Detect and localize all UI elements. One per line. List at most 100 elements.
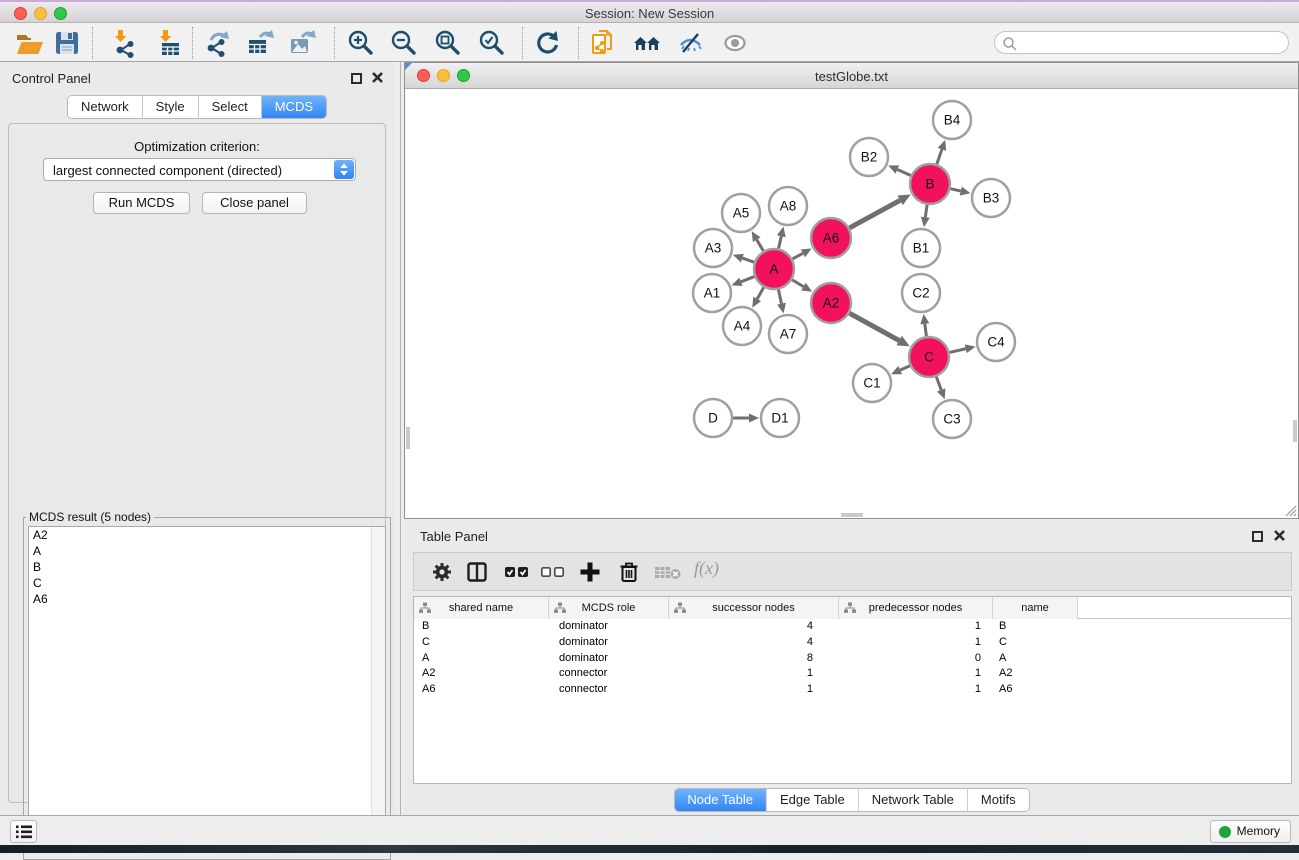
graph-node-C2[interactable]: C2: [902, 274, 940, 312]
graph-node-D1[interactable]: D1: [761, 399, 799, 437]
table-cell[interactable]: A: [993, 651, 1078, 667]
graph-node-A5[interactable]: A5: [722, 194, 760, 232]
table-cell[interactable]: dominator: [549, 619, 669, 635]
delete-table-icon[interactable]: [654, 565, 682, 581]
column-header-name[interactable]: name: [993, 597, 1078, 619]
table-row[interactable]: Bdominator41B: [414, 619, 1291, 635]
graph-node-B2[interactable]: B2: [850, 138, 888, 176]
graph-edge-B-B2[interactable]: [888, 165, 911, 175]
graph-node-D[interactable]: D: [694, 399, 732, 437]
task-history-button[interactable]: [10, 820, 37, 843]
network-graph-canvas[interactable]: AA1A3A4A5A7A8A6A2BB1B2B3B4CC1C2C3C4DD1: [406, 89, 1299, 519]
graph-edge-C-C4[interactable]: [949, 344, 975, 353]
right-scroll-indicator[interactable]: [1293, 420, 1297, 442]
graph-node-C3[interactable]: C3: [933, 400, 971, 438]
list-scrollbar[interactable]: [371, 527, 385, 847]
table-cell[interactable]: 1: [669, 666, 839, 682]
graph-edge-C-C3[interactable]: [936, 377, 945, 400]
function-builder-icon[interactable]: f(x): [694, 558, 719, 579]
table-cell[interactable]: 1: [839, 619, 993, 635]
first-neighbors-icon[interactable]: [632, 28, 662, 58]
table-cell[interactable]: A2: [414, 666, 549, 682]
table-close-icon[interactable]: [1273, 529, 1286, 542]
graph-node-A4[interactable]: A4: [723, 307, 761, 345]
graph-node-B[interactable]: B: [910, 164, 950, 204]
run-mcds-button[interactable]: Run MCDS: [93, 192, 190, 214]
graph-edge-B-B3[interactable]: [950, 187, 970, 196]
refresh-icon[interactable]: [533, 28, 563, 58]
graph-node-A[interactable]: A: [754, 249, 794, 289]
table-cell[interactable]: connector: [549, 666, 669, 682]
graph-edge-C-C2[interactable]: [920, 314, 929, 336]
graph-edge-A-A3[interactable]: [733, 254, 754, 263]
close-panel-icon[interactable]: [371, 71, 384, 84]
tab-network[interactable]: Network: [68, 96, 143, 118]
select-all-icon[interactable]: [504, 561, 530, 583]
graph-edge-A-A2[interactable]: [792, 280, 812, 292]
table-cell[interactable]: dominator: [549, 651, 669, 667]
table-cell[interactable]: C: [414, 635, 549, 651]
show-all-icon[interactable]: [720, 28, 750, 58]
table-row[interactable]: A2connector11A2: [414, 666, 1291, 682]
tab-edge-table[interactable]: Edge Table: [767, 789, 859, 811]
float-panel-icon[interactable]: [351, 73, 362, 84]
graph-edge-D-D1[interactable]: [733, 414, 759, 423]
table-cell[interactable]: 1: [669, 682, 839, 698]
mcds-result-item[interactable]: B: [29, 559, 385, 575]
graph-edge-B-B4[interactable]: [937, 140, 946, 164]
graph-edge-A-A7[interactable]: [777, 290, 786, 314]
tab-mcds[interactable]: MCDS: [262, 96, 326, 118]
zoom-fit-icon[interactable]: [433, 28, 463, 58]
graph-node-A2[interactable]: A2: [811, 283, 851, 323]
mcds-result-item[interactable]: C: [29, 575, 385, 591]
graph-edge-B-B1[interactable]: [921, 205, 930, 227]
tab-style[interactable]: Style: [143, 96, 199, 118]
table-cell[interactable]: 4: [669, 635, 839, 651]
table-cell[interactable]: 0: [839, 651, 993, 667]
graph-edge-A-A4[interactable]: [752, 287, 763, 307]
table-cell[interactable]: 8: [669, 651, 839, 667]
memory-button[interactable]: Memory: [1210, 820, 1291, 843]
delete-column-icon[interactable]: [618, 561, 640, 583]
graph-edge-A-A6[interactable]: [792, 249, 811, 259]
save-session-icon[interactable]: [52, 28, 82, 58]
graph-edge-C-C1[interactable]: [891, 366, 910, 375]
tab-network-table[interactable]: Network Table: [859, 789, 968, 811]
tab-select[interactable]: Select: [199, 96, 262, 118]
bottom-scroll-indicator[interactable]: [841, 513, 863, 517]
zoom-in-icon[interactable]: [346, 28, 376, 58]
search-input[interactable]: [1021, 34, 1281, 51]
graph-edge-A2-C[interactable]: [849, 313, 909, 346]
network-from-selection-icon[interactable]: [588, 28, 618, 58]
column-header-shared-name[interactable]: shared name: [414, 597, 549, 619]
column-header-successor-nodes[interactable]: successor nodes: [669, 597, 839, 619]
criterion-dropdown[interactable]: largest connected component (directed): [43, 158, 356, 181]
hide-selected-icon[interactable]: [676, 28, 706, 58]
graph-node-B3[interactable]: B3: [972, 179, 1010, 217]
table-cell[interactable]: 1: [839, 666, 993, 682]
gear-icon[interactable]: [431, 561, 453, 583]
tab-node-table[interactable]: Node Table: [674, 789, 767, 811]
table-cell[interactable]: A: [414, 651, 549, 667]
graph-node-A1[interactable]: A1: [693, 274, 731, 312]
mcds-result-item[interactable]: A2: [29, 527, 385, 543]
graph-node-A7[interactable]: A7: [769, 315, 807, 353]
tab-motifs[interactable]: Motifs: [968, 789, 1029, 811]
table-cell[interactable]: 1: [839, 635, 993, 651]
table-cell[interactable]: A2: [993, 666, 1078, 682]
zoom-selected-icon[interactable]: [477, 28, 507, 58]
table-cell[interactable]: 4: [669, 619, 839, 635]
add-column-icon[interactable]: [579, 561, 601, 583]
close-panel-button[interactable]: Close panel: [202, 192, 307, 214]
export-network-icon[interactable]: [203, 28, 233, 58]
graph-node-C[interactable]: C: [909, 337, 949, 377]
table-row[interactable]: Cdominator41C: [414, 635, 1291, 651]
graph-node-A8[interactable]: A8: [769, 187, 807, 225]
table-float-icon[interactable]: [1252, 531, 1263, 542]
import-table-icon[interactable]: [152, 28, 182, 58]
mcds-result-list[interactable]: A2ABCA6: [28, 526, 386, 848]
table-cell[interactable]: dominator: [549, 635, 669, 651]
table-row[interactable]: A6connector11A6: [414, 682, 1291, 698]
table-cell[interactable]: A6: [993, 682, 1078, 698]
table-cell[interactable]: 1: [839, 682, 993, 698]
